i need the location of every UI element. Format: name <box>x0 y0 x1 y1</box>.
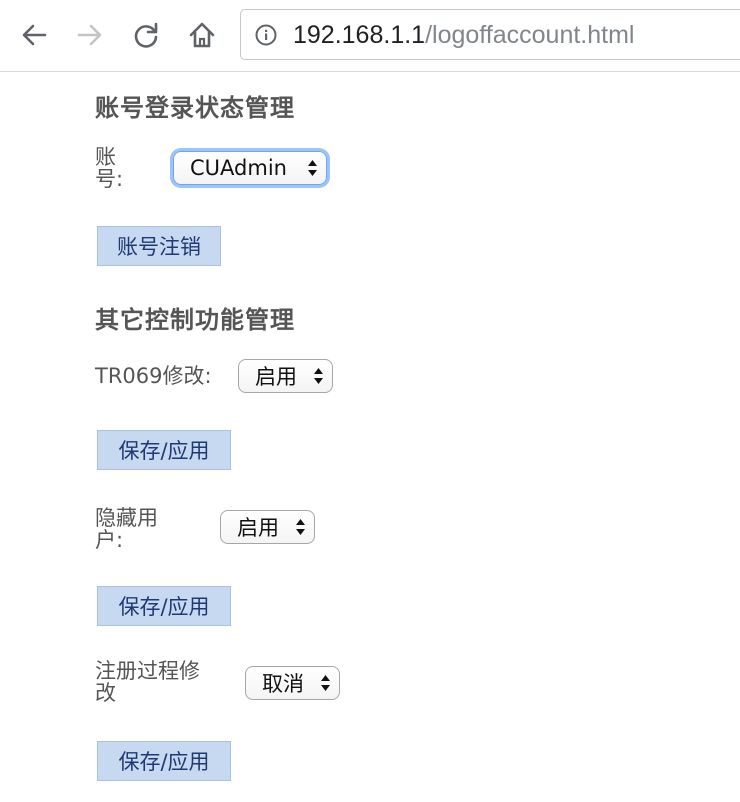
logoff-account-button[interactable]: 账号注销 <box>97 226 221 266</box>
hidden-user-label-line2: 户: <box>95 528 124 552</box>
account-label: 账 号: <box>95 146 123 190</box>
select-arrows-icon <box>321 675 330 691</box>
back-arrow-icon <box>22 24 47 46</box>
home-button[interactable] <box>184 17 220 53</box>
tr069-save-button[interactable]: 保存/应用 <box>97 430 231 470</box>
home-icon <box>189 22 215 48</box>
other-section-title: 其它控制功能管理 <box>95 306 295 334</box>
account-label-line2: 号: <box>95 167 124 191</box>
forward-button[interactable] <box>72 17 108 53</box>
account-label-line1: 账 <box>95 145 116 169</box>
register-select[interactable]: 取消 <box>245 666 340 700</box>
reload-icon <box>134 22 158 48</box>
hidden-user-label-line1: 隐藏用 <box>95 506 158 530</box>
info-icon[interactable] <box>255 24 277 46</box>
tr069-label: TR069修改: <box>95 364 212 388</box>
browser-toolbar: 192.168.1.1/logoffaccount.html <box>0 0 740 72</box>
select-arrows-icon <box>314 368 323 384</box>
register-save-button[interactable]: 保存/应用 <box>97 741 231 781</box>
back-button[interactable] <box>16 17 52 53</box>
register-label-line1: 注册过程修 <box>95 659 200 683</box>
url-text[interactable]: 192.168.1.1/logoffaccount.html <box>293 20 634 50</box>
select-arrows-icon <box>296 519 305 535</box>
url-path: /logoffaccount.html <box>425 21 635 49</box>
hidden-user-save-button[interactable]: 保存/应用 <box>97 586 231 626</box>
register-label: 注册过程修 改 <box>95 660 200 704</box>
register-select-value: 取消 <box>262 672 304 696</box>
account-select-value: CUAdmin <box>190 156 287 180</box>
page-content: 账号登录状态管理 账 号: CUAdmin 账号注销 其它控制功能管理 TR06… <box>0 72 740 802</box>
hidden-user-select-value: 启用 <box>237 516 279 540</box>
hidden-user-label: 隐藏用 户: <box>95 507 158 551</box>
reload-button[interactable] <box>128 17 164 53</box>
url-host: 192.168.1.1 <box>293 21 426 49</box>
forward-arrow-icon <box>77 24 102 46</box>
register-label-line2: 改 <box>95 681 116 705</box>
tr069-select-value: 启用 <box>255 365 297 389</box>
account-section-title: 账号登录状态管理 <box>95 94 295 122</box>
hidden-user-select[interactable]: 启用 <box>220 510 315 544</box>
address-bar[interactable]: 192.168.1.1/logoffaccount.html <box>240 9 740 60</box>
account-select[interactable]: CUAdmin <box>173 151 327 185</box>
tr069-select[interactable]: 启用 <box>238 359 333 393</box>
select-arrows-icon <box>308 160 317 176</box>
